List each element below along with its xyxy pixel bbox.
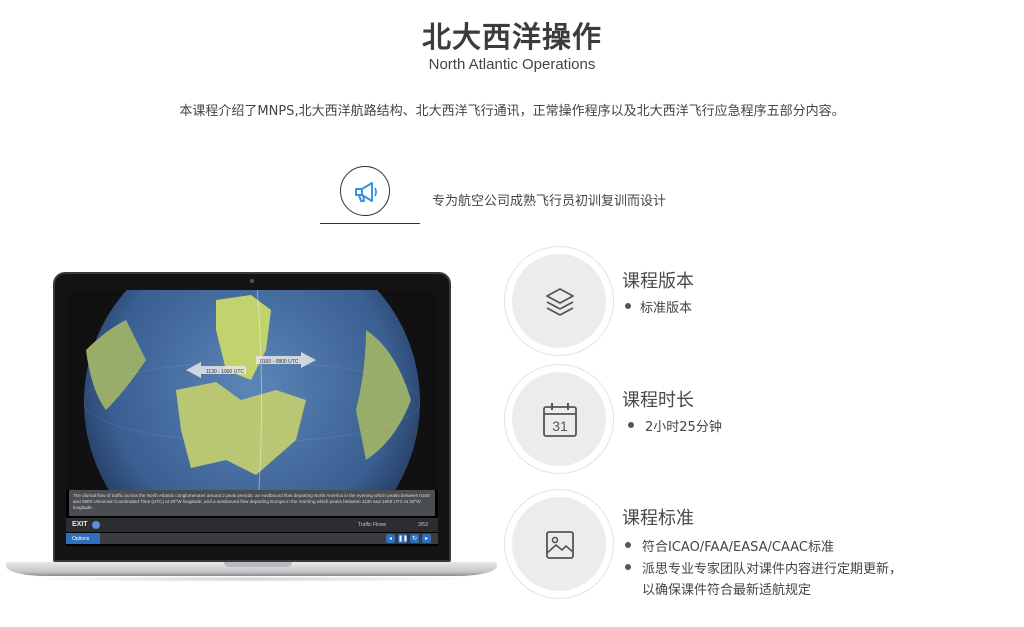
player-nav-bar: Options ◂ ❚❚ ↻ ▸ (66, 533, 438, 544)
replay-icon[interactable]: ↻ (410, 534, 419, 543)
caption-text: The diurnal flow of traffic across the N… (69, 490, 435, 516)
duration-bullet: 2小时25分钟 (645, 420, 722, 435)
laptop-base (6, 562, 497, 576)
course-player-screen: 1130 - 1900 UTC 0100 - 0800 UTC The diur… (66, 290, 438, 546)
globe-icon (92, 521, 100, 529)
page-subtitle: North Atlantic Operations (428, 56, 596, 73)
exit-button[interactable]: EXIT (72, 521, 88, 528)
calendar-icon: 31 (543, 403, 577, 437)
calendar-day: 31 (552, 418, 568, 434)
arrow-label-right: 0100 - 0800 UTC (260, 359, 299, 365)
next-icon[interactable]: ▸ (422, 534, 431, 543)
options-button[interactable]: Options (66, 533, 100, 544)
image-icon (546, 531, 574, 559)
version-title: 课程版本 (622, 271, 694, 292)
laptop-camera (250, 279, 254, 283)
page-title: 北大西洋操作 (421, 20, 602, 54)
section-label: Traffic Flows (358, 522, 387, 528)
standard-icon-circle (504, 489, 614, 599)
arrow-label-left: 1130 - 1900 UTC (206, 369, 244, 375)
player-control-bar: EXIT Traffic Flows 3/53 (66, 518, 438, 532)
prev-icon[interactable]: ◂ (386, 534, 395, 543)
course-intro: 本课程介绍了MNPS,北大西洋航路结构、北大西洋飞行通讯，正常操作程序以及北大西… (179, 104, 845, 119)
page-counter: 3/53 (418, 522, 428, 528)
feature-icon-circle (340, 166, 390, 216)
megaphone-icon (355, 182, 377, 202)
standard-bullet-2: 派思专业专家团队对课件内容进行定期更新， (642, 562, 903, 577)
duration-title: 课程时长 (622, 390, 694, 411)
layers-icon (546, 288, 574, 316)
globe-map: 1130 - 1900 UTC 0100 - 0800 UTC (66, 290, 438, 490)
version-bullet: 标准版本 (640, 301, 693, 316)
feature-text: 专为航空公司成熟飞行员初训复训而设计 (432, 194, 667, 209)
duration-icon-circle: 31 (504, 364, 614, 474)
version-icon-circle (504, 246, 614, 356)
standard-bullet-1: 符合ICAO/FAA/EASA/CAAC标准 (642, 540, 834, 555)
pause-icon[interactable]: ❚❚ (398, 534, 408, 543)
standard-title: 课程标准 (622, 508, 694, 529)
standard-bullet-3: 以确保课件符合最新适航规定 (642, 583, 812, 598)
feature-underline (320, 223, 420, 224)
